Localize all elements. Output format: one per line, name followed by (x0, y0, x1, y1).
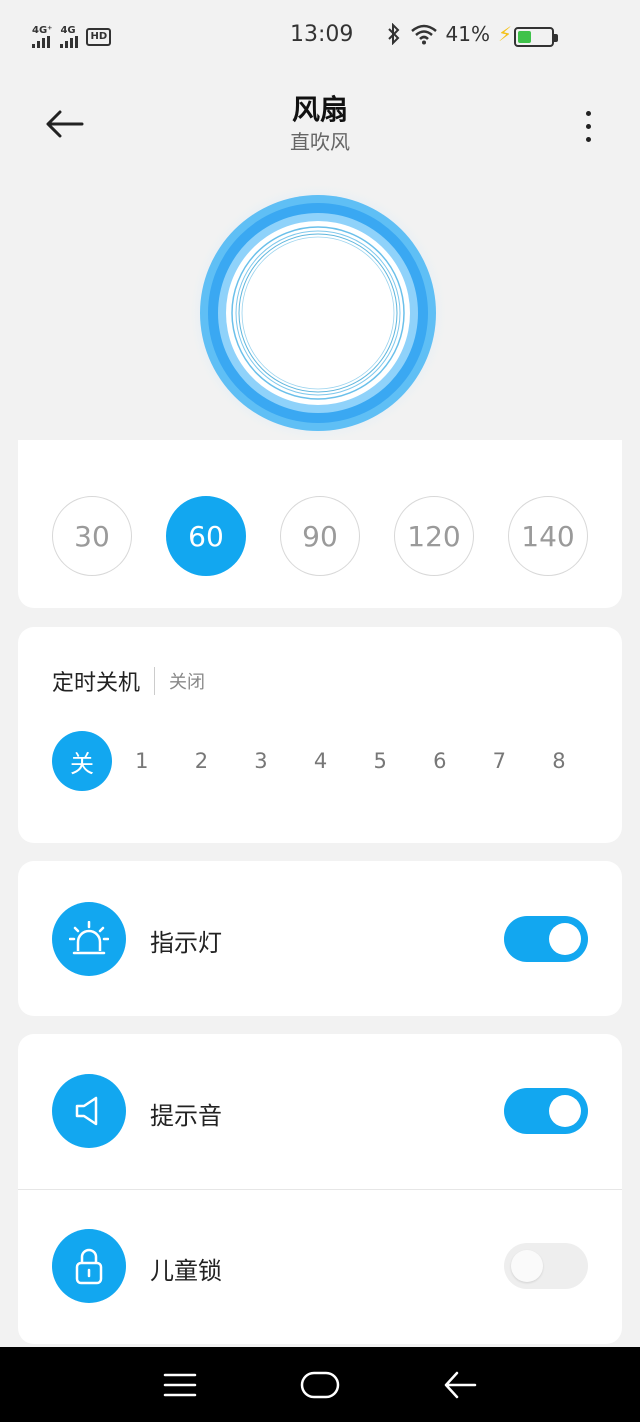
speaker-icon (52, 1074, 126, 1148)
indicator-card: 指示灯 (18, 861, 622, 1016)
page-title: 风扇 (291, 93, 348, 126)
speed-option-30[interactable]: 30 (52, 496, 132, 576)
sim2-label: 4G (60, 25, 76, 36)
battery-icon (514, 27, 558, 47)
bluetooth-icon (387, 23, 399, 45)
lock-icon (52, 1229, 126, 1303)
timer-option-5[interactable]: 5 (350, 731, 410, 791)
indicator-label: 指示灯 (150, 929, 222, 957)
timer-option-6[interactable]: 6 (410, 731, 470, 791)
hd-icon: HD (86, 28, 112, 46)
setting-row-child-lock: 儿童锁 (18, 1189, 622, 1344)
timer-card: 定时关机 关闭 关12345678 (18, 627, 622, 843)
sim1-label: 4G⁺ (32, 25, 53, 36)
speed-option-90[interactable]: 90 (280, 496, 360, 576)
signal-icon: 4G (60, 25, 79, 48)
timer-status: 关闭 (169, 672, 206, 693)
timer-title: 定时关机 (52, 671, 141, 696)
child-lock-toggle[interactable] (504, 1243, 588, 1289)
timer-option-off[interactable]: 关 (52, 731, 112, 791)
child-lock-label: 儿童锁 (150, 1257, 222, 1285)
timer-option-1[interactable]: 1 (112, 731, 172, 791)
page-subtitle: 直吹风 (290, 130, 350, 154)
speed-option-120[interactable]: 120 (394, 496, 474, 576)
timer-option-4[interactable]: 4 (291, 731, 351, 791)
timer-option-8[interactable]: 8 (529, 731, 589, 791)
sound-toggle[interactable] (504, 1088, 588, 1134)
alarm-light-icon (52, 902, 126, 976)
indicator-toggle[interactable] (504, 916, 588, 962)
status-bar: 4G⁺ 4G HD 13:09 41% ⚡ (0, 0, 640, 74)
home-icon[interactable] (290, 1360, 350, 1410)
signal-icon: 4G⁺ (32, 26, 52, 48)
speed-option-60[interactable]: 60 (166, 496, 246, 576)
fan-animation (190, 185, 446, 441)
sound-label: 提示音 (150, 1102, 222, 1130)
status-time: 13:09 (290, 22, 354, 47)
speed-options: 30 60 90 120 140 (52, 496, 588, 576)
battery-percent: 41% (445, 22, 490, 46)
sound-lock-card: 提示音 儿童锁 (18, 1034, 622, 1344)
divider (154, 667, 156, 695)
timer-option-2[interactable]: 2 (172, 731, 232, 791)
wifi-icon (410, 24, 437, 45)
status-left: 4G⁺ 4G HD (32, 25, 112, 48)
timer-options: 关12345678 (52, 731, 589, 791)
speed-card: 30 60 90 120 140 (18, 440, 622, 608)
timer-option-3[interactable]: 3 (231, 731, 291, 791)
header: 风扇 直吹风 (0, 80, 640, 170)
setting-row-sound: 提示音 (18, 1034, 622, 1189)
speed-option-140[interactable]: 140 (508, 496, 588, 576)
menu-icon[interactable] (150, 1360, 210, 1410)
setting-row-indicator: 指示灯 (18, 861, 622, 1016)
battery-fill (518, 31, 532, 43)
status-right: 41% ⚡ (386, 22, 512, 46)
back-icon[interactable] (430, 1360, 490, 1410)
timer-header: 定时关机 关闭 (52, 665, 205, 697)
system-nav-bar (0, 1347, 640, 1422)
timer-option-7[interactable]: 7 (470, 731, 530, 791)
more-vertical-icon[interactable] (572, 102, 604, 150)
charging-icon: ⚡ (497, 22, 512, 46)
